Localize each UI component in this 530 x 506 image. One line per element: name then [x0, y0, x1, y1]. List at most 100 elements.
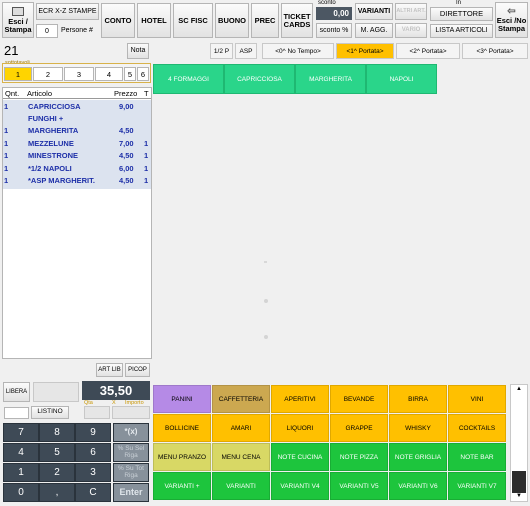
prec-button[interactable]: PREC	[251, 3, 279, 38]
table-row[interactable]: 1 MINESTRONE 4,50 1	[4, 150, 149, 162]
category-menu-pranzo[interactable]: MENU PRANZO	[153, 443, 211, 471]
table-row[interactable]: 1 MEZZELUNE 7,00 1	[4, 138, 149, 150]
subtable-5[interactable]: 5	[124, 67, 136, 81]
in-label: In	[456, 0, 462, 6]
esci-no-stampa-button[interactable]: ⇦ Esci /No Stampa	[495, 2, 528, 38]
key-enter[interactable]: Enter	[113, 483, 149, 502]
scroll-thumb[interactable]	[512, 471, 526, 493]
category-bevande[interactable]: BEVANDE	[330, 385, 388, 413]
category-birra[interactable]: BIRRA	[389, 385, 447, 413]
key-comma[interactable]: ,	[39, 483, 75, 502]
hotel-button[interactable]: HOTEL	[137, 3, 171, 38]
category-varianti[interactable]: VARIANTI +	[153, 472, 211, 500]
sc-fisc-button[interactable]: SC FISC	[173, 3, 213, 38]
asp-button[interactable]: ASP	[235, 43, 257, 59]
key-pct-tot-riga[interactable]: % Su Tot Riga	[113, 463, 149, 482]
category-varianti[interactable]: VARIANTI	[212, 472, 270, 500]
article-margherita[interactable]: MARGHERITA	[295, 64, 366, 94]
conto-button[interactable]: CONTO	[101, 3, 135, 38]
category-vini[interactable]: VINI	[448, 385, 506, 413]
category-note-pizza[interactable]: NOTE PIZZA	[330, 443, 388, 471]
key-5[interactable]: 5	[39, 443, 75, 462]
m-agg-button[interactable]: M. AGG.	[355, 23, 393, 38]
subtable-1[interactable]: 1	[4, 67, 32, 81]
category-whisky[interactable]: WHISKY	[389, 414, 447, 442]
lista-articoli-button[interactable]: LISTA ARTICOLI	[430, 24, 493, 38]
table-row[interactable]: 1 *ASP MARGHERIT. 4,50 1	[4, 175, 149, 187]
listino-button[interactable]: LISTINO	[31, 406, 69, 419]
tab-portata-3[interactable]: <3^ Portata>	[462, 43, 528, 59]
direttore-button[interactable]: DIRETTORE	[430, 7, 493, 21]
category-bollicine[interactable]: BOLLICINE	[153, 414, 211, 442]
tab-portata-0[interactable]: <0^ No Tempo>	[262, 43, 334, 59]
subtable-3[interactable]: 3	[64, 67, 94, 81]
key-2[interactable]: 2	[39, 463, 75, 482]
category-cocktails[interactable]: COCKTAILS	[448, 414, 506, 442]
category-liquori[interactable]: LIQUORI	[271, 414, 329, 442]
tab-portata-2[interactable]: <2^ Portata>	[396, 43, 460, 59]
esci-stampa-button[interactable]: Esci / Stampa	[2, 2, 34, 38]
category-amari[interactable]: AMARI	[212, 414, 270, 442]
scroll-up-icon: ▲	[516, 386, 522, 392]
altri-articoli-button: ALTRI ART.	[395, 3, 427, 20]
table-row[interactable]: FUNGHI +	[4, 113, 149, 125]
article-capricciosa[interactable]: CAPRICCIOSA	[224, 64, 295, 94]
category-varianti-v4[interactable]: VARIANTI V4	[271, 472, 329, 500]
category-menu-cena[interactable]: MENU CENA	[212, 443, 270, 471]
key-7[interactable]: 7	[3, 423, 39, 442]
category-varianti-v6[interactable]: VARIANTI V6	[389, 472, 447, 500]
half-portion-button[interactable]: 1/2 P	[210, 43, 233, 59]
persone-count[interactable]: 0	[36, 24, 58, 38]
libera-disabled-field	[33, 382, 79, 402]
picop-button[interactable]: PICOP	[125, 363, 150, 377]
varianti-button[interactable]: VARIANTI	[355, 3, 393, 20]
buono-button[interactable]: BUONO	[215, 3, 249, 38]
subtable-2[interactable]: 2	[33, 67, 63, 81]
category-note-griglia[interactable]: NOTE GRIGLIA	[389, 443, 447, 471]
total-display: 35,50	[82, 381, 150, 400]
category-grappe[interactable]: GRAPPE	[330, 414, 388, 442]
article-4-formaggi[interactable]: 4 FORMAGGI	[153, 64, 224, 94]
key-pct-sel-riga[interactable]: % Su Sel Riga	[113, 443, 149, 462]
sconto-value[interactable]: 0,00	[316, 7, 352, 20]
col-qnt: Qnt.	[5, 89, 20, 98]
ticket-cards-button[interactable]: TICKET CARDS	[281, 3, 313, 38]
category-varianti-v5[interactable]: VARIANTI V5	[330, 472, 388, 500]
article-napoli[interactable]: NAPOLI	[366, 64, 437, 94]
esci-no-stampa-label: Esci /No Stampa	[496, 16, 527, 33]
qta-field[interactable]	[84, 406, 110, 419]
key-3[interactable]: 3	[75, 463, 111, 482]
key-4[interactable]: 4	[3, 443, 39, 462]
scroll-down-icon: ▼	[516, 493, 522, 499]
page-dot	[264, 335, 268, 339]
category-caffetteria[interactable]: CAFFETTERIA	[212, 385, 270, 413]
ecr-xz-stampe-button[interactable]: ECR X-Z STAMPE	[36, 3, 99, 20]
category-varianti-v7[interactable]: VARIANTI V7	[448, 472, 506, 500]
tab-portata-1[interactable]: <1^ Portata>	[336, 43, 394, 59]
category-note-bar[interactable]: NOTE BAR	[448, 443, 506, 471]
key-multiply[interactable]: *(x)	[113, 423, 149, 442]
left-small-field[interactable]	[4, 407, 29, 419]
sconto-pct-button[interactable]: sconto %	[316, 23, 352, 38]
libera-button[interactable]: LIBERA	[3, 382, 30, 402]
table-row[interactable]: 1 MARGHERITA 4,50	[4, 125, 149, 137]
importo-field[interactable]	[112, 406, 150, 419]
key-9[interactable]: 9	[75, 423, 111, 442]
key-c[interactable]: C	[75, 483, 111, 502]
subtable-6[interactable]: 6	[137, 67, 149, 81]
key-8[interactable]: 8	[39, 423, 75, 442]
art-lib-button[interactable]: ART LIB	[96, 363, 123, 377]
category-panini[interactable]: PANINI	[153, 385, 211, 413]
page-dot	[264, 299, 268, 303]
key-6[interactable]: 6	[75, 443, 111, 462]
key-0[interactable]: 0	[3, 483, 39, 502]
col-articolo: Articolo	[27, 89, 53, 98]
category-note-cucina[interactable]: NOTE CUCINA	[271, 443, 329, 471]
category-scrollbar[interactable]: ▲ ▼	[510, 384, 528, 502]
table-row[interactable]: 1 CAPRICCIOSA 9,00	[4, 101, 149, 113]
category-aperitivi[interactable]: APERITIVI	[271, 385, 329, 413]
nota-button[interactable]: Nota	[127, 43, 149, 59]
table-row[interactable]: 1 *1/2 NAPOLI 6,00 1	[4, 163, 149, 175]
subtable-4[interactable]: 4	[95, 67, 123, 81]
key-1[interactable]: 1	[3, 463, 39, 482]
